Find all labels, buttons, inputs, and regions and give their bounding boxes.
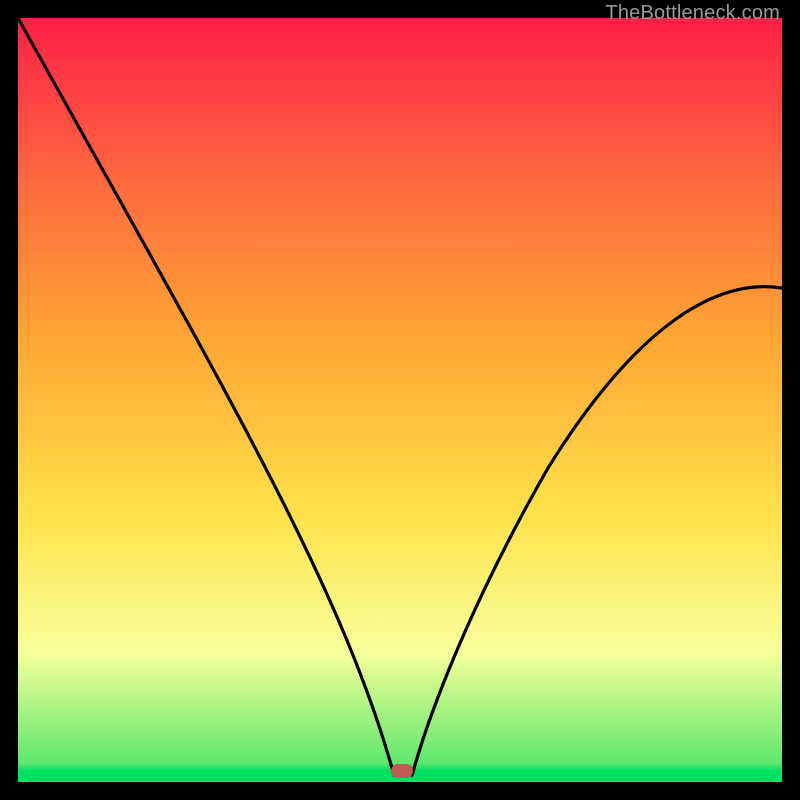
gradient-plot: [18, 18, 782, 782]
bottleneck-curve: [18, 18, 782, 775]
chart-frame: TheBottleneck.com: [0, 0, 800, 800]
bottleneck-curve-svg: [18, 18, 782, 782]
min-marker: [391, 764, 413, 778]
